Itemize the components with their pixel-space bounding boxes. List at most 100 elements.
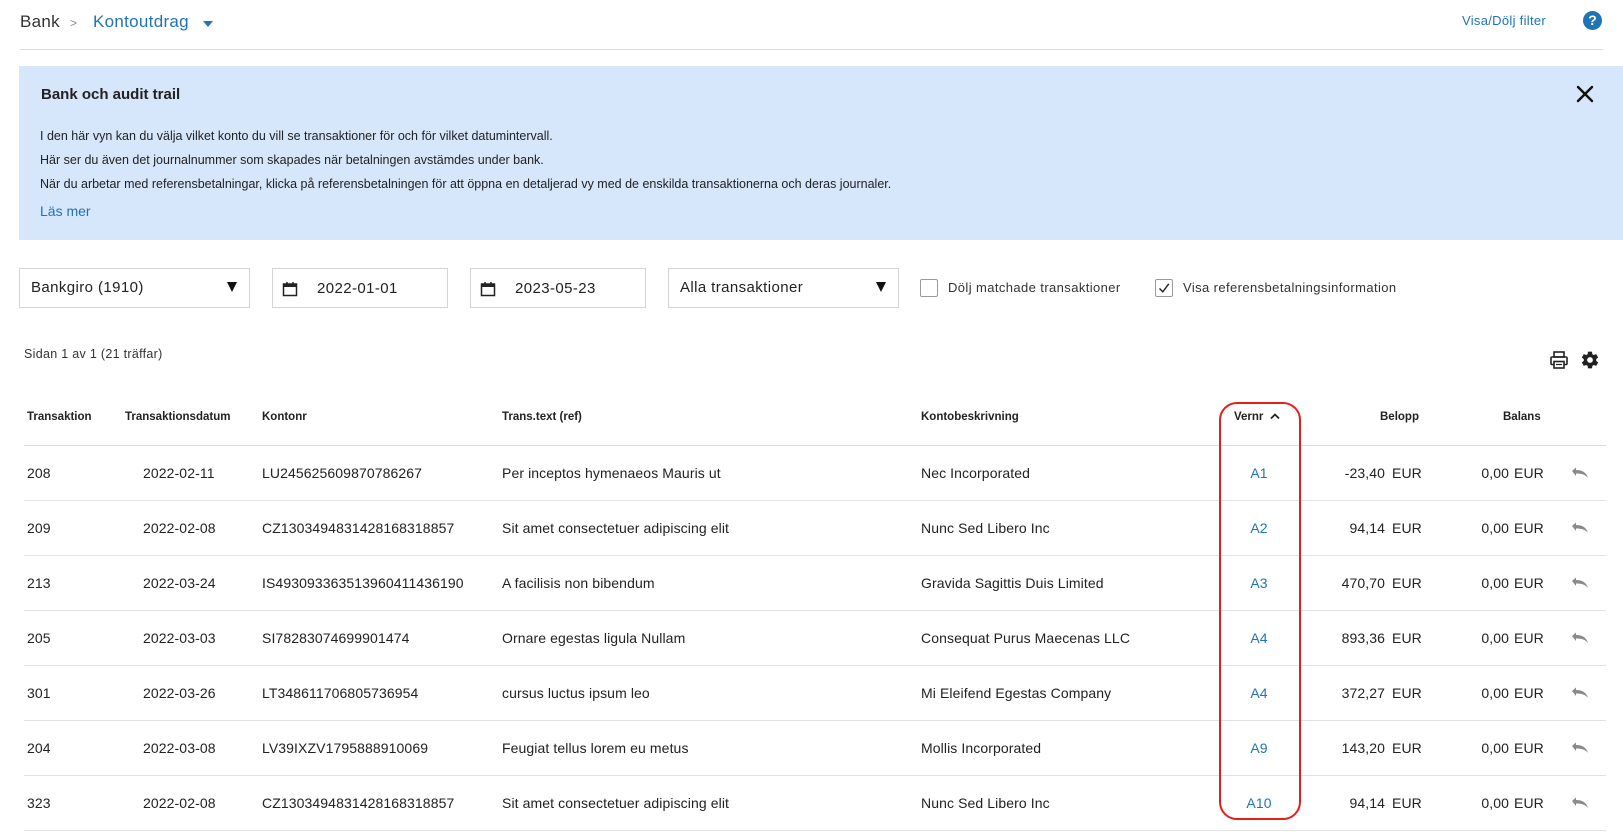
info-text-line: Här ser du även det journalnummer som sk…	[40, 153, 544, 167]
cell-description: Nunc Sed Libero Inc	[921, 520, 1050, 536]
breadcrumb-separator: >	[70, 16, 78, 30]
cell-trans-text: Ornare egestas ligula Nullam	[502, 630, 686, 646]
cell-account: SI78283074699901474	[262, 630, 410, 646]
cell-date: 2022-02-08	[143, 795, 216, 811]
cell-description: Gravida Sagittis Duis Limited	[921, 575, 1104, 591]
transaction-type-select[interactable]: Alla transaktioner	[668, 268, 899, 308]
breadcrumb-current-dropdown[interactable]: Kontoutdrag	[93, 12, 189, 32]
cell-balance-currency: EUR	[1514, 630, 1544, 646]
cell-vernr[interactable]: A2	[1229, 520, 1289, 536]
column-header-transaction[interactable]: Transaktion	[27, 411, 92, 423]
calendar-icon[interactable]	[480, 281, 496, 297]
cell-vernr[interactable]: A9	[1229, 740, 1289, 756]
show-reference-checkbox[interactable]	[1155, 279, 1173, 297]
table-row[interactable]: 209 2022-02-08 CZ1303494831428168318857 Sit…	[24, 501, 1606, 556]
cell-transaction: 209	[27, 520, 51, 536]
read-more-link[interactable]: Läs mer	[40, 203, 91, 219]
cell-amount-currency: EUR	[1392, 575, 1422, 591]
cell-transaction: 213	[27, 575, 51, 591]
cell-transaction: 208	[27, 465, 51, 481]
undo-icon[interactable]	[1571, 466, 1589, 480]
cell-account: LV39IXZV1795888910069	[262, 740, 429, 756]
cell-account: IS493093363513960411436190	[262, 575, 464, 591]
undo-icon[interactable]	[1571, 796, 1589, 810]
cell-account: CZ1303494831428168318857	[262, 795, 455, 811]
breadcrumb-bank[interactable]: Bank	[20, 12, 60, 32]
gear-icon[interactable]	[1580, 350, 1600, 370]
toggle-filter-link[interactable]: Visa/Dölj filter	[1462, 13, 1546, 28]
undo-icon[interactable]	[1571, 686, 1589, 700]
table-row[interactable]: 204 2022-03-08 LV39IXZV1795888910069 Feugia…	[24, 721, 1606, 776]
cell-trans-text: Sit amet consectetuer adipiscing elit	[502, 520, 730, 536]
cell-balance-currency: EUR	[1514, 575, 1544, 591]
cell-balance: 0,00	[1481, 520, 1509, 536]
cell-balance: 0,00	[1481, 795, 1509, 811]
cell-vernr[interactable]: A4	[1229, 630, 1289, 646]
undo-icon[interactable]	[1571, 741, 1589, 755]
date-from-value: 2022-01-01	[317, 280, 398, 297]
date-to-field[interactable]: 2023-05-23	[470, 268, 646, 308]
cell-vernr[interactable]: A3	[1229, 575, 1289, 591]
undo-icon[interactable]	[1571, 576, 1589, 590]
column-header-vernr[interactable]: Vernr	[1234, 411, 1280, 423]
cell-amount: 143,20	[1341, 740, 1385, 756]
cell-amount: 470,70	[1341, 575, 1385, 591]
cell-balance-currency: EUR	[1514, 465, 1544, 481]
info-text-line: I den här vyn kan du välja vilket konto …	[40, 129, 553, 143]
cell-date: 2022-03-03	[143, 630, 216, 646]
checkmark-icon	[1159, 283, 1170, 293]
hide-matched-label[interactable]: Dölj matchade transaktioner	[948, 280, 1121, 295]
column-header-description[interactable]: Kontobeskrivning	[921, 411, 1019, 423]
info-text-line: När du arbetar med referensbetalningar, …	[40, 177, 892, 191]
table-row[interactable]: 213 2022-03-24 IS493093363513960411436190 A…	[24, 556, 1606, 611]
cell-amount-currency: EUR	[1392, 465, 1422, 481]
top-bar: Bank > Kontoutdrag Visa/Dölj filter ?	[20, 0, 1603, 50]
cell-trans-text: Per inceptos hymenaeos Mauris ut	[502, 465, 721, 481]
column-header-balance[interactable]: Balans	[1503, 411, 1541, 423]
cell-amount: 893,36	[1341, 630, 1385, 646]
cell-balance: 0,00	[1481, 685, 1509, 701]
undo-icon[interactable]	[1571, 631, 1589, 645]
cell-trans-text: A facilisis non bibendum	[502, 575, 655, 591]
cell-vernr[interactable]: A10	[1229, 795, 1289, 811]
cell-balance-currency: EUR	[1514, 520, 1544, 536]
print-icon[interactable]	[1549, 350, 1569, 370]
cell-amount-currency: EUR	[1392, 520, 1422, 536]
undo-icon[interactable]	[1571, 521, 1589, 535]
show-reference-label[interactable]: Visa referensbetalningsinformation	[1183, 280, 1397, 295]
table-row[interactable]: 208 2022-02-11 LU245625609870786267 Per inc…	[24, 446, 1606, 501]
column-header-trans-text[interactable]: Trans.text (ref)	[502, 411, 582, 423]
cell-balance-currency: EUR	[1514, 685, 1544, 701]
cell-balance-currency: EUR	[1514, 740, 1544, 756]
table-row[interactable]: 301 2022-03-26 LT348611706805736954 cursus …	[24, 666, 1606, 721]
cell-account: CZ1303494831428168318857	[262, 520, 455, 536]
pagination-info: Sidan 1 av 1 (21 träffar)	[24, 347, 163, 361]
vernr-header-label: Vernr	[1234, 411, 1264, 423]
column-header-account[interactable]: Kontonr	[262, 411, 307, 423]
help-icon[interactable]: ?	[1583, 11, 1602, 30]
account-select[interactable]: Bankgiro (1910)	[19, 268, 250, 308]
column-header-date[interactable]: Transaktionsdatum	[125, 411, 230, 423]
cell-description: Mollis Incorporated	[921, 740, 1042, 756]
date-to-value: 2023-05-23	[515, 280, 596, 297]
cell-transaction: 301	[27, 685, 51, 701]
cell-amount: 372,27	[1341, 685, 1385, 701]
cell-vernr[interactable]: A4	[1229, 685, 1289, 701]
calendar-icon[interactable]	[282, 281, 298, 297]
date-from-field[interactable]: 2022-01-01	[272, 268, 448, 308]
cell-vernr[interactable]: A1	[1229, 465, 1289, 481]
caret-down-icon[interactable]	[203, 21, 213, 27]
hide-matched-checkbox[interactable]	[920, 279, 938, 297]
cell-amount: 94,14	[1349, 520, 1385, 536]
cell-amount-currency: EUR	[1392, 740, 1422, 756]
cell-date: 2022-02-11	[143, 465, 215, 481]
column-header-amount[interactable]: Belopp	[1380, 411, 1419, 423]
cell-amount-currency: EUR	[1392, 795, 1422, 811]
table-row[interactable]: 205 2022-03-03 SI78283074699901474 Ornare e…	[24, 611, 1606, 666]
cell-balance: 0,00	[1481, 740, 1509, 756]
transaction-type-value: Alla transaktioner	[680, 279, 804, 296]
table-row[interactable]: 323 2022-02-08 CZ1303494831428168318857 Sit…	[24, 776, 1606, 831]
cell-trans-text: cursus luctus ipsum leo	[502, 685, 650, 701]
cell-description: Mi Eleifend Egestas Company	[921, 685, 1112, 701]
close-icon[interactable]	[1575, 84, 1595, 104]
